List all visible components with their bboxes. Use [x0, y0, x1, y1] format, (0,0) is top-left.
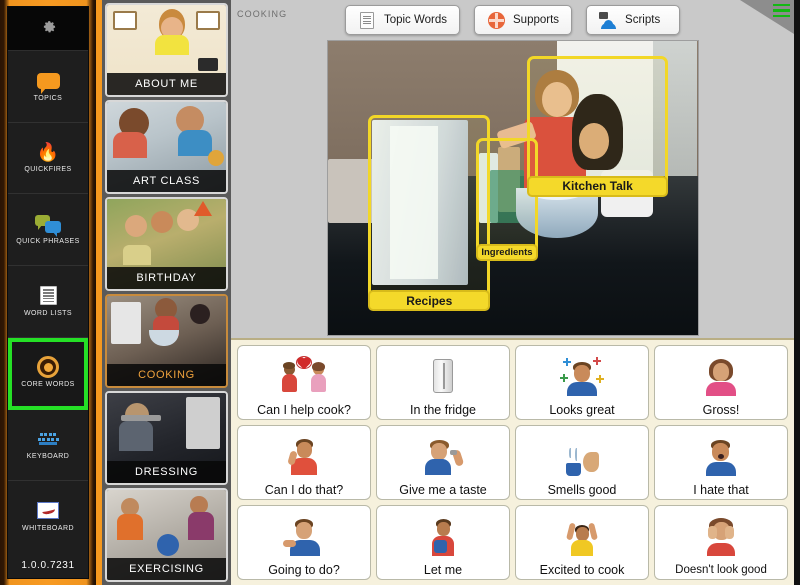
topic-card-dressing[interactable]: DRESSING: [105, 391, 228, 485]
hotspot-label: Ingredients: [475, 244, 539, 262]
topic-card-birthday[interactable]: BIRTHDAY: [105, 197, 228, 291]
arms-up-celebration-icon: [518, 509, 646, 563]
hotspot-label: Kitchen Talk: [527, 175, 668, 197]
phrase-card[interactable]: In the fridge: [376, 345, 510, 420]
phrase-card[interactable]: Let me: [376, 505, 510, 580]
child-holding-icon: [379, 509, 507, 563]
document-icon: [358, 11, 376, 29]
topic-words-button[interactable]: Topic Words: [344, 5, 461, 35]
sidebar-item-label: QUICKFIRES: [24, 166, 72, 174]
keyboard-icon: [35, 428, 61, 450]
phrase-label: Give me a taste: [399, 483, 487, 497]
hotspot-label: Recipes: [368, 290, 491, 312]
sidebar-item-keyboard[interactable]: KEYBOARD: [8, 409, 88, 482]
man-yelling-icon: [657, 429, 785, 483]
topic-card-art-class[interactable]: ART CLASS: [105, 100, 228, 194]
topic-label: DRESSING: [107, 461, 226, 483]
phrase-card[interactable]: Looks great: [515, 345, 649, 420]
hamburger-menu-icon: [773, 4, 790, 17]
scene-photo-area: Recipes Ingredients Kitchen Talk: [326, 40, 699, 336]
topic-card-cooking[interactable]: COOKING: [105, 294, 228, 388]
topic-card-exercising[interactable]: EXERCISING: [105, 488, 228, 582]
topic-label: ART CLASS: [107, 170, 226, 192]
phrase-card[interactable]: Smells good: [515, 425, 649, 500]
gear-icon: [43, 21, 55, 33]
phrase-label: I hate that: [693, 483, 749, 497]
topic-label: ABOUT ME: [107, 73, 226, 95]
topic-card-about-me[interactable]: ABOUT ME: [105, 3, 228, 97]
disgusted-woman-icon: [657, 349, 785, 403]
topic-list: ABOUT ME ART CLASS BIRTHDAY COOKING DRES…: [96, 0, 231, 585]
phrase-label: Excited to cook: [539, 563, 625, 577]
phrase-card[interactable]: Gross!: [654, 345, 788, 420]
breadcrumb: COOKING: [237, 9, 288, 19]
phrase-grid: Can I help cook? In the fridge Looks gre…: [231, 338, 794, 585]
sidebar-item-label: KEYBOARD: [26, 453, 70, 461]
scene-photo[interactable]: Recipes Ingredients Kitchen Talk: [326, 40, 699, 336]
app-version: 1.0.0.7231: [8, 552, 88, 579]
two-speech-bubbles-icon: [35, 213, 61, 237]
topic-label: BIRTHDAY: [107, 267, 226, 289]
phrase-card[interactable]: Can I do that?: [237, 425, 371, 500]
sidebar-item-word-lists[interactable]: WORD LISTS: [8, 266, 88, 338]
steaming-cup-nose-icon: [518, 429, 646, 483]
supports-compass-icon: [487, 11, 505, 29]
app-window: TOPICS 🔥 QUICKFIRES QUICK PHRASES WORD L…: [0, 0, 800, 585]
sidebar-item-label: WORD LISTS: [23, 309, 73, 317]
flame-icon: 🔥: [36, 142, 60, 163]
supports-label: Supports: [513, 14, 560, 26]
scripts-label: Scripts: [625, 14, 661, 26]
phrase-label: In the fridge: [409, 403, 476, 417]
hotspot-recipes[interactable]: Recipes: [368, 114, 491, 312]
man-pointing-icon: [240, 509, 368, 563]
child-pointing-self-icon: [240, 429, 368, 483]
sidebar-item-quick-phrases[interactable]: QUICK PHRASES: [8, 194, 88, 267]
phrase-card[interactable]: Can I help cook?: [237, 345, 371, 420]
phrase-label: Can I help cook?: [257, 403, 351, 417]
phrase-label: Let me: [423, 563, 463, 577]
whiteboard-pen-icon: [35, 500, 61, 522]
phrase-card[interactable]: Doesn't look good: [654, 505, 788, 580]
topic-words-label: Topic Words: [383, 14, 448, 26]
excited-face-icon: [518, 349, 646, 403]
phrase-card[interactable]: Give me a taste: [376, 425, 510, 500]
man-tasting-icon: [379, 429, 507, 483]
phrase-card[interactable]: Going to do?: [237, 505, 371, 580]
sidebar-item-label: CORE WORDS: [21, 381, 75, 389]
sidebar-item-label: WHITEBOARD: [22, 524, 74, 532]
person-speech-icon: [599, 11, 617, 29]
list-document-icon: [35, 285, 61, 307]
topic-label: COOKING: [107, 364, 226, 386]
settings-button[interactable]: [8, 7, 88, 51]
hotspot-kitchen-talk[interactable]: Kitchen Talk: [527, 55, 668, 197]
phrase-label: Can I do that?: [264, 483, 344, 497]
toolbar: COOKING Topic Words Supports Scripts: [231, 0, 794, 40]
target-bullseye-icon: [35, 356, 61, 379]
sidebar-item-whiteboard[interactable]: WHITEBOARD: [8, 481, 88, 553]
covering-face-icon: [657, 509, 785, 563]
speech-bubble-icon: [35, 70, 61, 94]
two-children-talking-icon: [240, 349, 368, 403]
supports-button[interactable]: Supports: [474, 5, 573, 35]
menu-button[interactable]: [740, 0, 794, 34]
left-nav-rail: TOPICS 🔥 QUICKFIRES QUICK PHRASES WORD L…: [0, 0, 96, 585]
sidebar-item-core-words[interactable]: CORE WORDS: [8, 337, 88, 410]
phrase-label: Gross!: [702, 403, 740, 417]
topic-label: EXERCISING: [107, 558, 226, 580]
phrase-card[interactable]: I hate that: [654, 425, 788, 500]
phrase-label: Smells good: [547, 483, 617, 497]
phrase-label: Doesn't look good: [675, 564, 767, 576]
sidebar-item-topics[interactable]: TOPICS: [8, 51, 88, 123]
scripts-button[interactable]: Scripts: [586, 5, 681, 35]
sidebar-item-label: TOPICS: [33, 94, 63, 102]
phrase-card[interactable]: Excited to cook: [515, 505, 649, 580]
toolbar-buttons: Topic Words Supports Scripts: [344, 5, 681, 35]
sidebar-item-label: QUICK PHRASES: [16, 238, 80, 246]
phrase-label: Looks great: [549, 403, 615, 417]
main-pane: COOKING Topic Words Supports Scripts Rec…: [231, 0, 794, 585]
sidebar-item-quickfires[interactable]: 🔥 QUICKFIRES: [8, 122, 88, 195]
phrase-label: Going to do?: [268, 563, 340, 577]
refrigerator-icon: [379, 349, 507, 403]
